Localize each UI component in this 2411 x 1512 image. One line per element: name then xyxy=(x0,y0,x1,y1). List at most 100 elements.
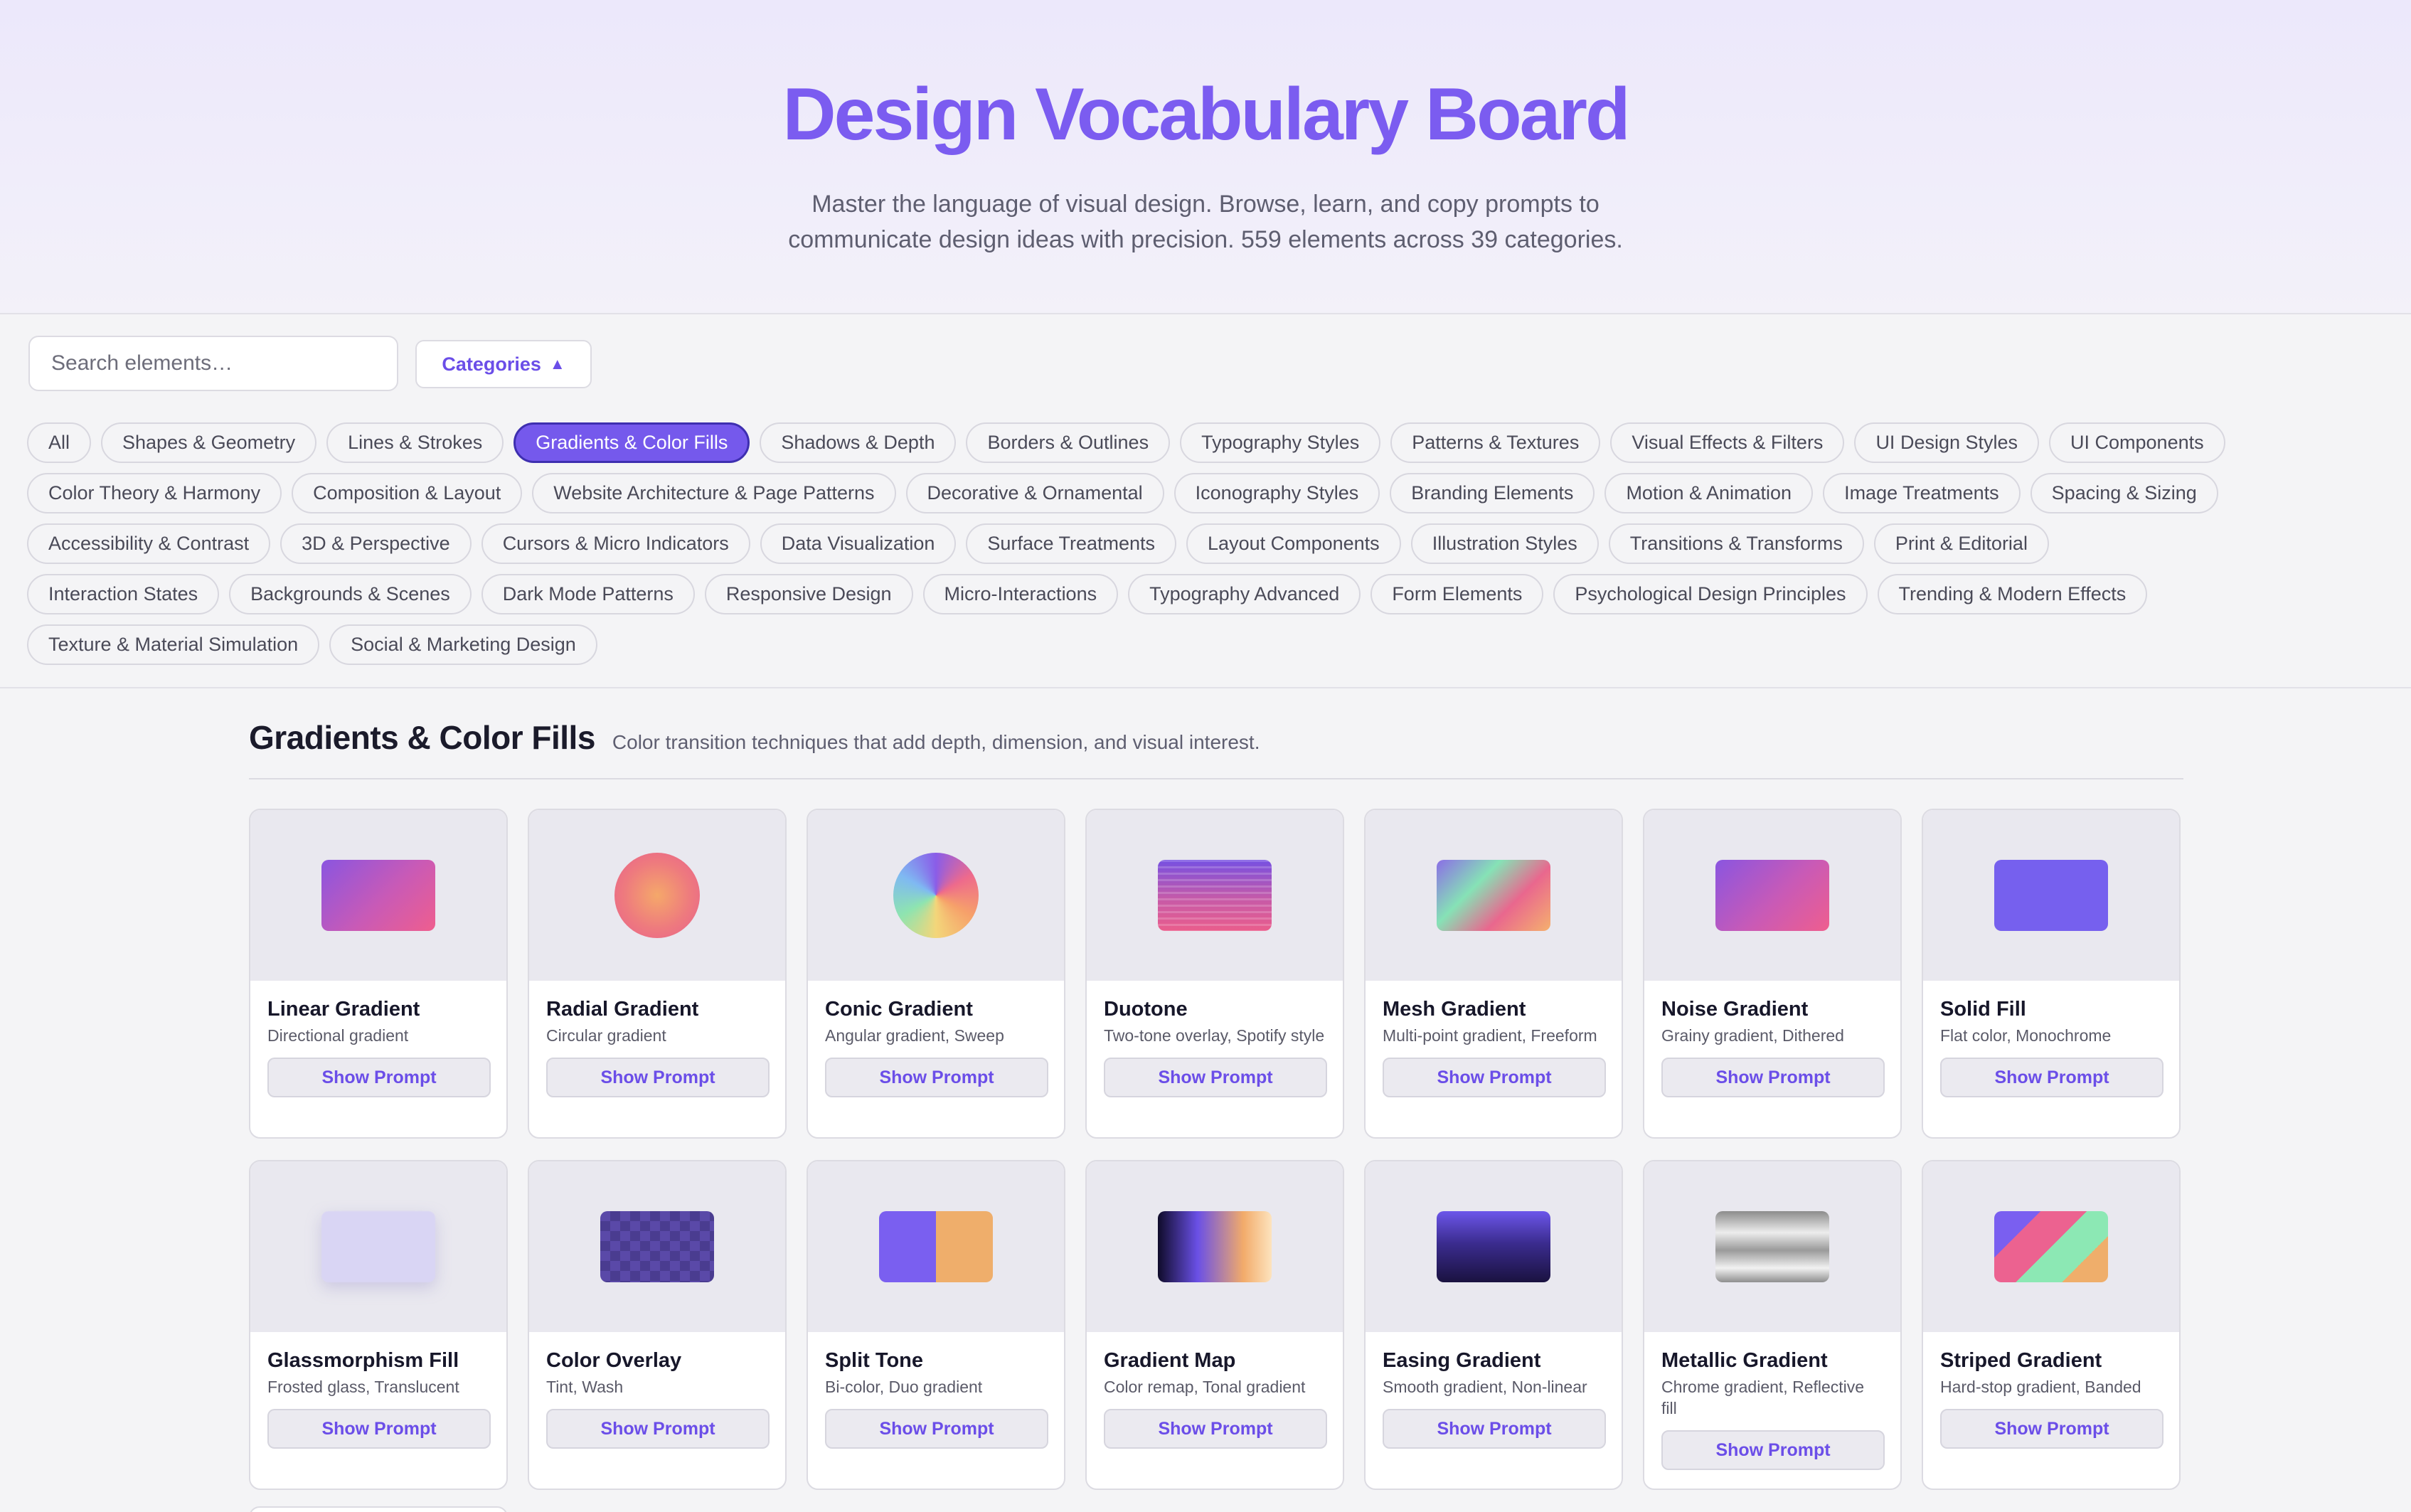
category-chip[interactable]: Backgrounds & Scenes xyxy=(229,574,472,614)
category-chip[interactable]: Website Architecture & Page Patterns xyxy=(532,473,896,513)
card-title: Noise Gradient xyxy=(1661,998,1809,1021)
category-chip[interactable]: Patterns & Textures xyxy=(1390,422,1601,463)
element-card: Color Overlay Tint, Wash Show Prompt xyxy=(528,1160,787,1490)
section-header: Gradients & Color Fills Color transition… xyxy=(249,718,2183,779)
category-chip[interactable]: Composition & Layout xyxy=(292,473,523,513)
category-chip[interactable]: 3D & Perspective xyxy=(280,523,472,564)
show-prompt-button[interactable]: Show Prompt xyxy=(1661,1430,1885,1470)
card-title: Color Overlay xyxy=(546,1349,682,1372)
category-chip-list: All Shapes & Geometry Lines & Strokes Gradi… xyxy=(27,422,2246,665)
card-preview xyxy=(808,810,1064,981)
show-prompt-button[interactable]: Show Prompt xyxy=(267,1058,491,1097)
card-title: Metallic Gradient xyxy=(1661,1349,1828,1372)
category-chip[interactable]: Dark Mode Patterns xyxy=(481,574,695,614)
category-chip[interactable]: All xyxy=(27,422,92,463)
show-prompt-button[interactable]: Show Prompt xyxy=(1940,1409,2163,1449)
mesh-gradient-swatch xyxy=(1437,860,1550,931)
element-card: Metallic Gradient Chrome gradient, Reflec… xyxy=(1643,1160,1902,1490)
category-chip[interactable]: Borders & Outlines xyxy=(966,422,1171,463)
category-chip[interactable]: Image Treatments xyxy=(1823,473,2021,513)
search-input[interactable] xyxy=(28,336,398,391)
show-prompt-button[interactable]: Show Prompt xyxy=(825,1058,1048,1097)
category-chip[interactable]: Micro-Interactions xyxy=(922,574,1119,614)
show-prompt-button[interactable]: Show Prompt xyxy=(267,1409,491,1449)
category-chip[interactable]: UI Components xyxy=(2049,422,2225,463)
card-title: Mesh Gradient xyxy=(1383,998,1526,1021)
page-subtitle: Master the language of visual design. Br… xyxy=(788,191,1623,253)
category-chip[interactable]: Data Visualization xyxy=(760,523,957,564)
card-body: Radial Gradient Circular gradient Show Pro… xyxy=(529,981,785,1097)
show-prompt-button[interactable]: Show Prompt xyxy=(1383,1409,1606,1449)
show-prompt-button[interactable]: Show Prompt xyxy=(1104,1409,1327,1449)
gradient-map-swatch xyxy=(1158,1211,1272,1282)
show-prompt-button[interactable]: Show Prompt xyxy=(1104,1058,1327,1097)
category-chip[interactable]: Shapes & Geometry xyxy=(101,422,317,463)
category-chip[interactable]: Texture & Material Simulation xyxy=(27,624,320,665)
category-chip[interactable]: Illustration Styles xyxy=(1410,523,1599,564)
category-chip[interactable]: Transitions & Transforms xyxy=(1608,523,1864,564)
category-chip[interactable]: Cursors & Micro Indicators xyxy=(481,523,750,564)
category-chip[interactable]: Color Theory & Harmony xyxy=(27,473,282,513)
card-preview xyxy=(1644,1161,1900,1332)
card-body: Gradient Map Color remap, Tonal gradient S… xyxy=(1087,1332,1343,1449)
show-prompt-button[interactable]: Show Prompt xyxy=(1940,1058,2163,1097)
category-chip[interactable]: Branding Elements xyxy=(1390,473,1595,513)
category-chip[interactable]: Social & Marketing Design xyxy=(329,624,597,665)
category-chip[interactable]: Iconography Styles xyxy=(1173,473,1380,513)
category-chip[interactable]: Gradients & Color Fills xyxy=(513,422,750,463)
radial-gradient-swatch xyxy=(614,853,700,938)
category-chip[interactable]: Typography Advanced xyxy=(1128,574,1361,614)
easing-gradient-swatch xyxy=(1437,1211,1550,1282)
card-preview xyxy=(808,1161,1064,1332)
show-prompt-button[interactable]: Show Prompt xyxy=(1383,1058,1606,1097)
element-card: Split Tone Bi-color, Duo gradient Show Pro… xyxy=(807,1160,1065,1490)
category-chip[interactable]: Psychological Design Principles xyxy=(1553,574,1868,614)
card-preview xyxy=(529,810,785,981)
element-card: Solid Fill Flat color, Monochrome Show Pro… xyxy=(1922,809,2181,1139)
card-body: Conic Gradient Angular gradient, Sweep Sho… xyxy=(808,981,1064,1097)
category-chip[interactable]: Print & Editorial xyxy=(1873,523,2049,564)
card-subtitle: Two-tone overlay, Spotify style xyxy=(1104,1026,1325,1045)
card-preview xyxy=(1366,1161,1622,1332)
card-title: Linear Gradient xyxy=(267,998,420,1021)
card-preview xyxy=(1923,810,2179,981)
category-chip[interactable]: Interaction States xyxy=(27,574,220,614)
noise-gradient-swatch xyxy=(1715,860,1829,931)
filter-toolbar: Categories ▲ AllShapes & GeometryLines &… xyxy=(0,316,2411,688)
category-chip[interactable]: UI Design Styles xyxy=(1854,422,2040,463)
category-chip[interactable]: Surface Treatments xyxy=(966,523,1177,564)
category-chip[interactable]: Spacing & Sizing xyxy=(2030,473,2218,513)
show-prompt-button[interactable]: Show Prompt xyxy=(546,1058,770,1097)
show-prompt-button[interactable]: Show Prompt xyxy=(1661,1058,1885,1097)
category-chip[interactable]: Visual Effects & Filters xyxy=(1610,422,1845,463)
categories-toggle-button[interactable]: Categories ▲ xyxy=(415,340,592,388)
card-title: Duotone xyxy=(1104,998,1188,1021)
card-preview xyxy=(1644,810,1900,981)
card-subtitle: Flat color, Monochrome xyxy=(1940,1026,2112,1045)
element-card: Easing Gradient Smooth gradient, Non-line… xyxy=(1364,1160,1623,1490)
conic-gradient-swatch xyxy=(893,853,979,938)
category-chip[interactable]: Layout Components xyxy=(1186,523,1401,564)
category-chip[interactable]: Form Elements xyxy=(1371,574,1544,614)
card-subtitle: Multi-point gradient, Freeform xyxy=(1383,1026,1597,1045)
show-prompt-button[interactable]: Show Prompt xyxy=(825,1409,1048,1449)
show-prompt-button[interactable]: Show Prompt xyxy=(546,1409,770,1449)
category-chip[interactable]: Accessibility & Contrast xyxy=(27,523,271,564)
category-chip[interactable]: Motion & Animation xyxy=(1604,473,1814,513)
card-subtitle: Smooth gradient, Non-linear xyxy=(1383,1378,1587,1396)
card-title: Radial Gradient xyxy=(546,998,699,1021)
card-body: Easing Gradient Smooth gradient, Non-line… xyxy=(1366,1332,1622,1449)
category-chip[interactable]: Responsive Design xyxy=(704,574,913,614)
category-chip[interactable]: Decorative & Ornamental xyxy=(905,473,1164,513)
category-chip[interactable]: Trending & Modern Effects xyxy=(1877,574,2148,614)
category-chip[interactable]: Shadows & Depth xyxy=(760,422,957,463)
card-preview xyxy=(1366,810,1622,981)
card-title: Easing Gradient xyxy=(1383,1349,1541,1372)
duotone-swatch xyxy=(1158,860,1272,931)
card-subtitle: Directional gradient xyxy=(267,1026,409,1045)
card-body: Split Tone Bi-color, Duo gradient Show Pro… xyxy=(808,1332,1064,1449)
category-chip[interactable]: Typography Styles xyxy=(1180,422,1381,463)
card-body: Metallic Gradient Chrome gradient, Reflec… xyxy=(1644,1332,1900,1470)
category-chip[interactable]: Lines & Strokes xyxy=(326,422,504,463)
element-card: Linear Gradient Directional gradient Show … xyxy=(249,809,508,1139)
